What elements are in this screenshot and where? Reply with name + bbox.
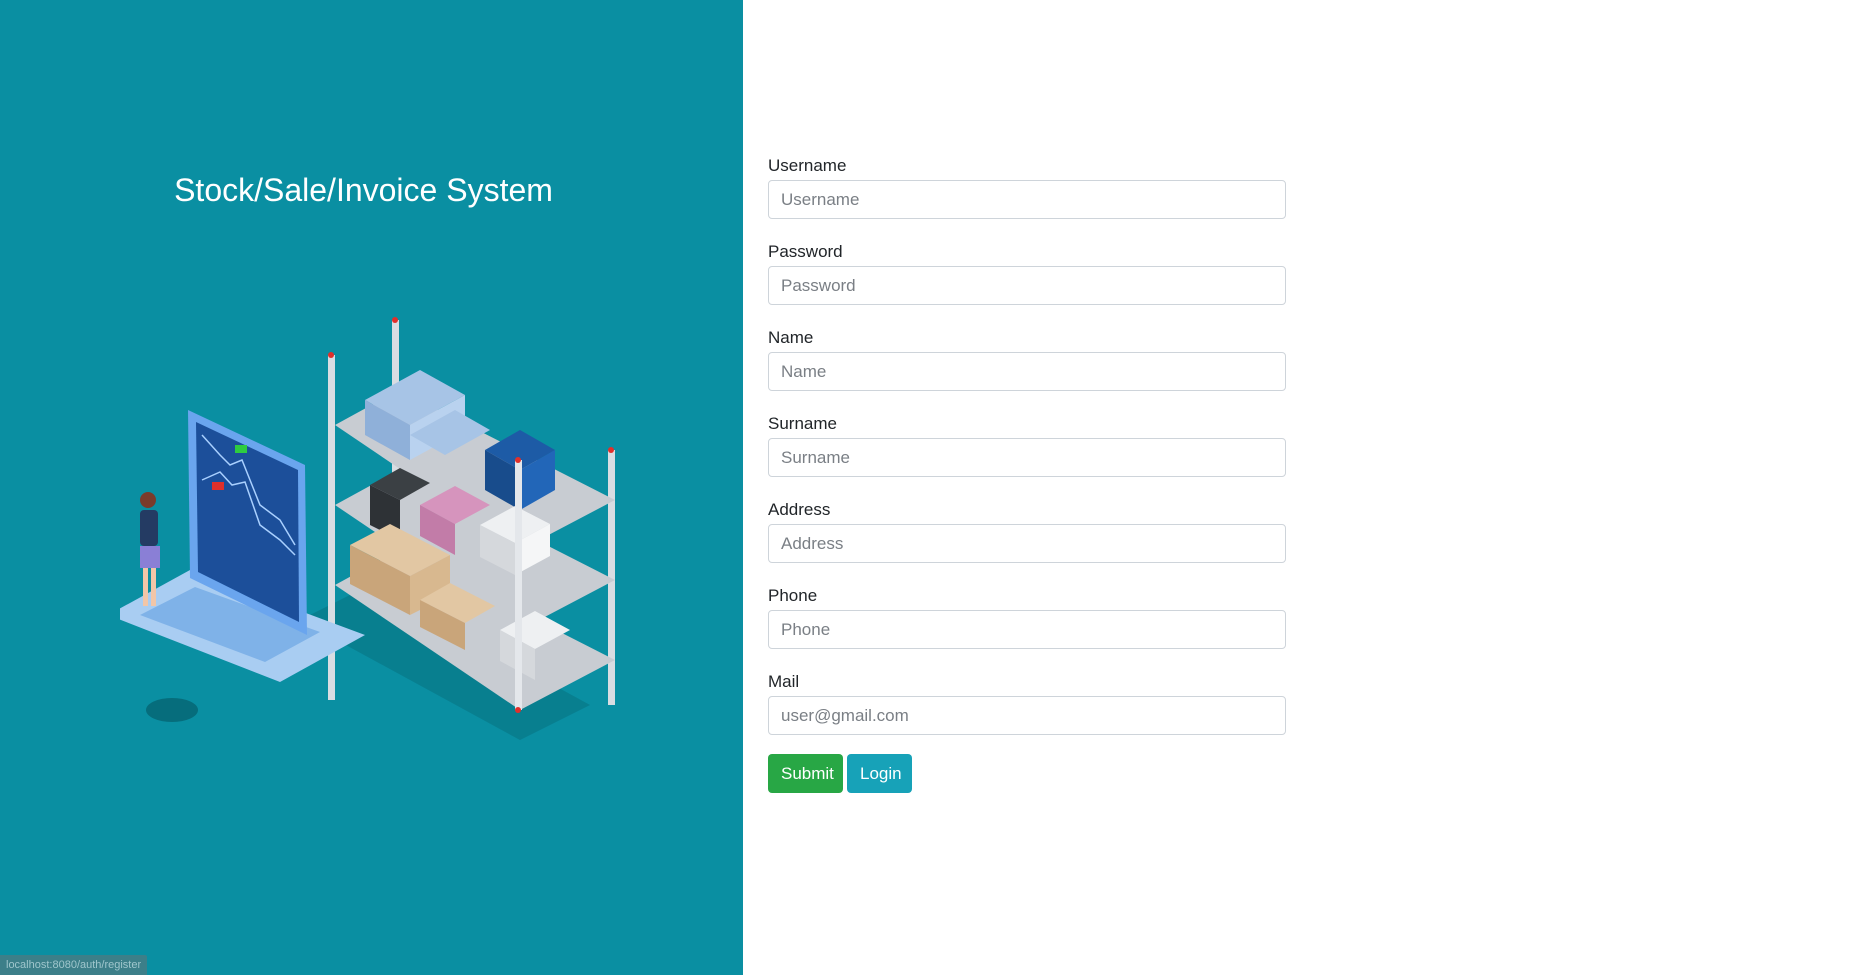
brand-panel: Stock/Sale/Invoice System localhost:8080…	[0, 0, 743, 975]
app-title: Stock/Sale/Invoice System	[174, 172, 553, 208]
name-input[interactable]	[768, 352, 1286, 391]
surname-input[interactable]	[768, 438, 1286, 477]
password-label: Password	[768, 242, 843, 261]
login-button[interactable]: Login	[847, 754, 912, 793]
address-input[interactable]	[768, 524, 1286, 563]
phone-group: Phone	[768, 582, 1286, 668]
mail-label: Mail	[768, 672, 800, 691]
password-group: Password	[768, 238, 1286, 324]
register-form: Username Password Name Surname Address P…	[768, 152, 1286, 793]
mail-group: Mail	[768, 668, 1286, 754]
username-label: Username	[768, 156, 847, 175]
username-group: Username	[768, 152, 1286, 238]
name-group: Name	[768, 324, 1286, 410]
phone-input[interactable]	[768, 610, 1286, 649]
mail-input[interactable]	[768, 696, 1286, 735]
username-input[interactable]	[768, 180, 1286, 219]
address-label: Address	[768, 500, 831, 519]
warehouse-illustration	[120, 317, 615, 740]
password-input[interactable]	[768, 266, 1286, 305]
name-label: Name	[768, 328, 814, 347]
submit-button[interactable]: Submit	[768, 754, 843, 793]
phone-label: Phone	[768, 586, 818, 605]
form-actions: Submit Login	[768, 754, 1286, 793]
status-bar-url: localhost:8080/auth/register	[0, 955, 148, 975]
surname-label: Surname	[768, 414, 837, 433]
surname-group: Surname	[768, 410, 1286, 496]
address-group: Address	[768, 496, 1286, 582]
